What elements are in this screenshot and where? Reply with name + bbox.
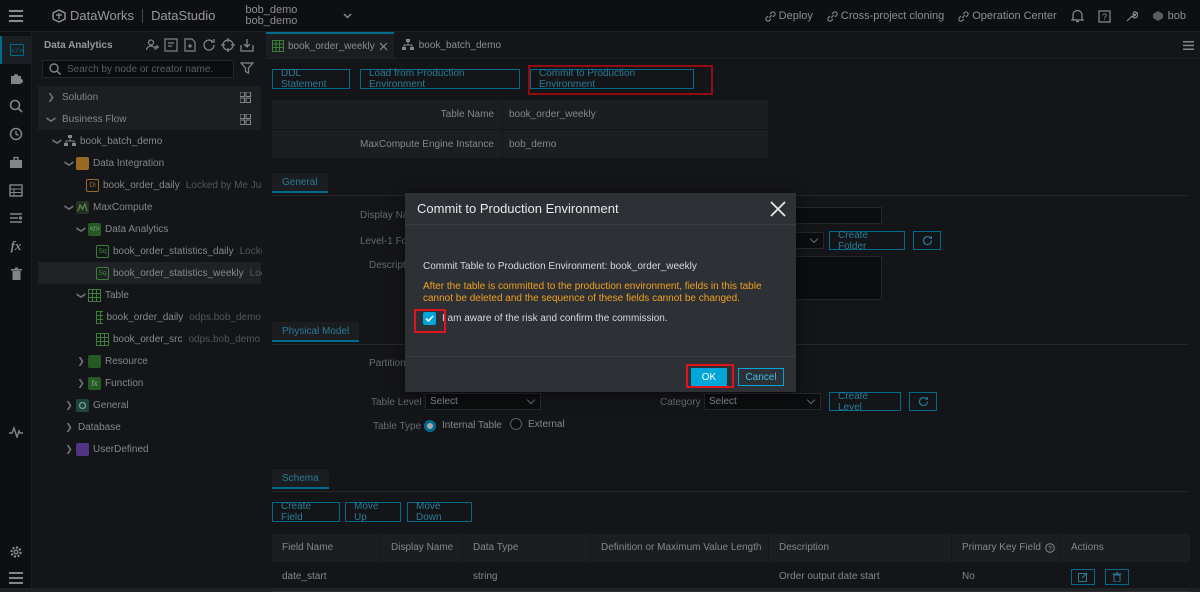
dialog-footer: OK Cancel <box>405 356 796 392</box>
dialog-title: Commit to Production Environment <box>405 193 796 225</box>
warning-text: After the table is committed to the prod… <box>423 281 762 304</box>
highlight-box <box>414 309 446 333</box>
cancel-button[interactable]: Cancel <box>738 368 784 386</box>
commit-message: Commit Table to Production Environment: … <box>423 261 697 272</box>
confirm-label: I am aware of the risk and confirm the c… <box>442 313 668 324</box>
confirm-checkbox[interactable]: I am aware of the risk and confirm the c… <box>423 312 778 325</box>
commit-dialog: Commit to Production Environment Commit … <box>405 193 796 392</box>
highlight-box <box>686 364 734 388</box>
close-icon[interactable] <box>768 199 788 219</box>
